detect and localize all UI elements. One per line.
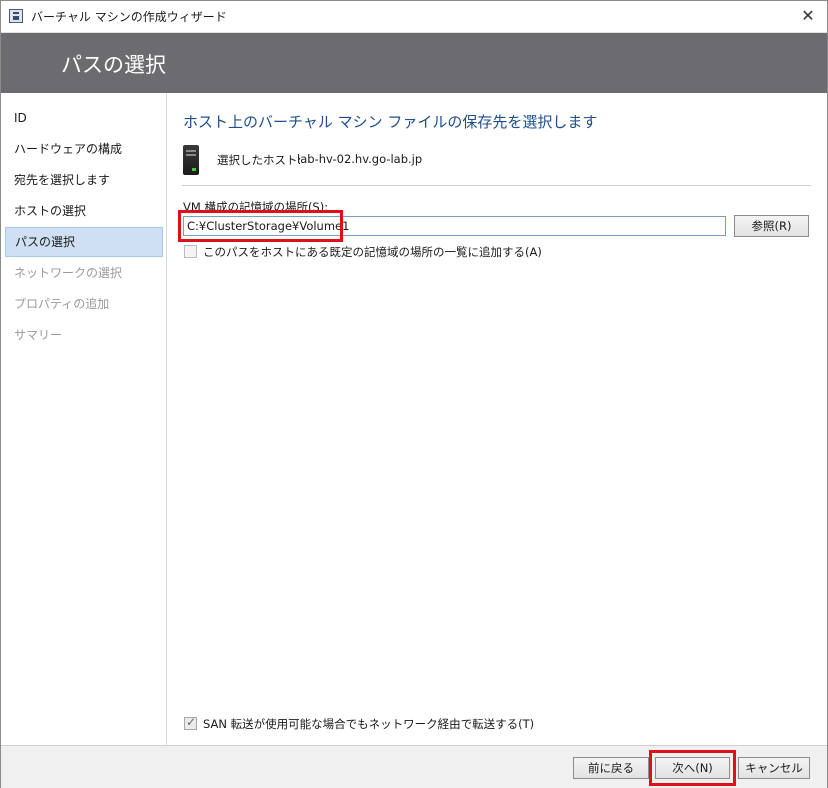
nav-item-host[interactable]: ホストの選択 [5,196,163,226]
back-button[interactable]: 前に戻る [573,757,649,779]
close-button[interactable]: ✕ [797,5,819,27]
nav-item-id[interactable]: ID [5,103,163,133]
san-transfer-checkbox[interactable] [184,715,197,730]
app-icon [9,9,23,23]
storage-location-label: VM 構成の記憶域の場所(S): [183,200,329,214]
nav-item-path[interactable]: パスの選択 [5,227,163,257]
server-icon [183,145,199,175]
window-title: バーチャル マシンの作成ウィザード [31,10,227,24]
selected-host-value: lab-hv-02.hv.go-lab.jp [297,152,423,166]
divider [182,185,811,186]
browse-button[interactable]: 参照(R) [734,215,809,237]
storage-path-input[interactable] [183,216,726,236]
san-transfer-label: SAN 転送が使用可能な場合でもネットワーク経由で転送する(T) [203,717,535,731]
selected-host-label: 選択したホスト: [217,153,302,167]
footer-bar: 前に戻る 次へ(N) キャンセル [1,745,827,788]
title-bar: バーチャル マシンの作成ウィザード ✕ [1,1,827,33]
nav-item-hardware[interactable]: ハードウェアの構成 [5,134,163,164]
nav-item-summary: サマリー [14,328,63,342]
page-title: パスの選択 [61,53,166,77]
header-banner: パスの選択 [1,33,827,93]
nav-item-network: ネットワークの選択 [14,266,123,280]
wizard-window: バーチャル マシンの作成ウィザード ✕ パスの選択 ID ハードウェアの構成 宛… [0,0,828,788]
add-default-path-label: このパスをホストにある既定の記憶域の場所の一覧に追加する(A) [203,245,542,259]
section-heading: ホスト上のバーチャル マシン ファイルの保存先を選択します [183,113,598,131]
wizard-steps-sidebar: ID ハードウェアの構成 宛先を選択します ホストの選択 パスの選択 ネットワー… [1,93,167,745]
cancel-button[interactable]: キャンセル [738,757,810,779]
nav-item-destination[interactable]: 宛先を選択します [5,165,163,195]
nav-item-properties: プロパティの追加 [14,297,110,311]
next-button[interactable]: 次へ(N) [655,757,730,779]
main-content: ホスト上のバーチャル マシン ファイルの保存先を選択します 選択したホスト: l… [167,93,827,745]
add-default-path-checkbox[interactable] [184,245,197,258]
